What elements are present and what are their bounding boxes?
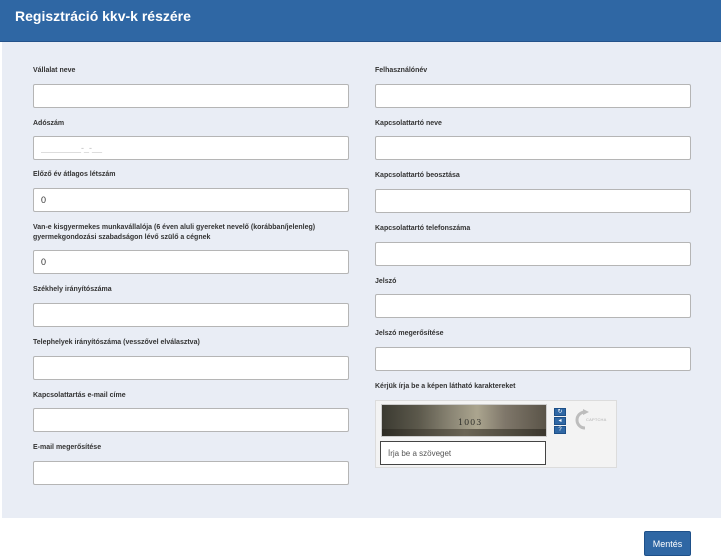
avg-headcount-label: Előző év átlagos létszám [33, 171, 116, 178]
captcha-input[interactable] [380, 441, 546, 465]
contact-name-input[interactable] [375, 136, 691, 160]
username-label: Felhasználónév [375, 67, 428, 74]
password-confirm-input[interactable] [375, 347, 691, 371]
contact-position-input[interactable] [375, 189, 691, 213]
captcha-image: 1003 [381, 404, 547, 437]
password-label: Jelszó [375, 278, 397, 285]
tax-number-input[interactable] [33, 136, 349, 160]
parental-leave-label: Van-e kisgyermekes munkavállalója (6 éve… [33, 224, 316, 241]
contact-name-label: Kapcsolattartó neve [375, 120, 442, 127]
captcha-image-text: 1003 [458, 418, 483, 427]
contact-phone-input[interactable] [375, 242, 691, 266]
captcha-help-button[interactable]: ? [554, 426, 566, 434]
page-header: Regisztráció kkv-k részére [0, 0, 721, 42]
contact-email-input[interactable] [33, 408, 349, 432]
captcha-logo: CAPTCHA [572, 407, 614, 433]
captcha-image-stripe [382, 429, 546, 436]
contact-position-label: Kapcsolattartó beosztása [375, 172, 460, 179]
company-name-input[interactable] [33, 84, 349, 108]
username-input[interactable] [375, 84, 691, 108]
password-confirm-label: Jelszó megerősítése [375, 330, 444, 337]
site-zips-input[interactable] [33, 356, 349, 380]
help-icon: ? [558, 427, 562, 433]
company-name-label: Vállalat neve [33, 67, 76, 74]
captcha-label: Kérjük írja be a képen látható karaktere… [375, 383, 516, 390]
site-zips-label: Telephelyek irányítószáma (vesszővel elv… [33, 339, 200, 346]
contact-email-label: Kapcsolattartás e-mail címe [33, 392, 126, 399]
hq-zip-input[interactable] [33, 303, 349, 327]
captcha-logo-text: CAPTCHA [586, 417, 607, 422]
page-title: Regisztráció kkv-k részére [15, 8, 191, 24]
contact-phone-label: Kapcsolattartó telefonszáma [375, 225, 471, 232]
hq-zip-label: Székhely irányítószáma [33, 286, 112, 293]
captcha-audio-button[interactable]: ◂ [554, 417, 566, 425]
refresh-icon: ↻ [557, 409, 563, 415]
tax-number-label: Adószám [33, 120, 65, 127]
avg-headcount-input[interactable] [33, 188, 349, 212]
email-confirm-label: E-mail megerősítése [33, 444, 102, 451]
audio-icon: ◂ [558, 418, 562, 424]
captcha-refresh-button[interactable]: ↻ [554, 408, 566, 416]
email-confirm-input[interactable] [33, 461, 349, 485]
save-button[interactable]: Mentés [644, 531, 691, 556]
parental-leave-input[interactable] [33, 250, 349, 274]
password-input[interactable] [375, 294, 691, 318]
captcha-widget: 1003 ↻ ◂ ? CAPTCHA [375, 400, 617, 468]
